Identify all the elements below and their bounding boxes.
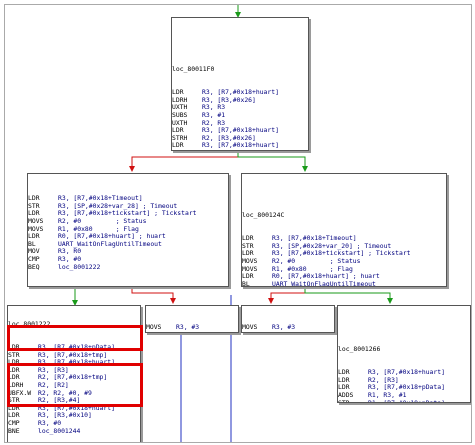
- block-lines: MOVSR3, #3Bloc_80012A6: [242, 321, 334, 332]
- block-label: loc_80011F0: [172, 65, 215, 74]
- block-lines: MOVSR3, #3Bloc_80012A6: [146, 321, 238, 332]
- code-block-top[interactable]: loc_80011F0 LDR R3, [R7,#0x18+huart] LDRH R…: [171, 17, 309, 151]
- mnemonic: BEQ: [28, 262, 40, 271]
- edge-left-mid1: [131, 287, 176, 304]
- instruction-line[interactable]: UXTH R3, R3: [172, 104, 308, 112]
- mnemonic: MOVS: [242, 323, 258, 332]
- edge-top-right: [237, 151, 308, 172]
- mnemonic: BNE: [8, 426, 20, 435]
- edge-right-mid2: [268, 287, 306, 304]
- instruction-line[interactable]: LDR R3, [R7,#0x18+huart]: [338, 368, 470, 377]
- highlight-box-1: [7, 325, 143, 351]
- operands: loc_80012A6: [272, 331, 314, 332]
- instruction-line[interactable]: BL UART_WaitOnFlagUntilTimeout: [242, 279, 446, 287]
- mnemonic: B: [146, 331, 176, 332]
- block-lines: LDR R3, [R7,#0x18+Timeout] STR R3, [SP,#0x2…: [28, 189, 228, 271]
- code-block-mid-2[interactable]: MOVSR3, #3Bloc_80012A6: [241, 305, 335, 333]
- block-lines: LDR R3, [R7,#0x18+huart] LDR R2, [R3] LDR R3,…: [338, 368, 470, 403]
- instruction-line[interactable]: BNE loc_8001244: [8, 426, 140, 436]
- operands: loc_8001244: [38, 426, 81, 435]
- mnemonic: BL: [242, 279, 250, 287]
- instruction-line[interactable]: LDRH R3, [R3,#0x26]: [172, 96, 308, 105]
- block-label: loc_800124C: [242, 211, 285, 220]
- block-lines: LDR R3, [R7,#0x18+huart] LDRH R3, [R3,#0x26…: [172, 88, 308, 150]
- operands: loc_80012A6: [176, 331, 218, 332]
- operands: R3, [R3,#8]: [202, 149, 244, 150]
- operands: R1, [R7,#0x18+pData]: [368, 398, 445, 403]
- instruction-line[interactable]: SUBS R3, #1: [172, 111, 308, 120]
- code-block-mid-1[interactable]: MOVSR3, #3Bloc_80012A6: [145, 305, 239, 333]
- block-label: loc_8001266: [338, 345, 381, 354]
- mnemonic: MOVS: [146, 323, 162, 332]
- operands: loc_8001222: [58, 262, 101, 271]
- edge-right-br: [304, 287, 393, 304]
- code-block-right[interactable]: loc_800124C LDR R3, [R7,#0x18+Timeout] STR…: [241, 173, 447, 287]
- instruction-line[interactable]: BEQ loc_8001222: [28, 262, 228, 272]
- instruction-line[interactable]: LDR R3, [R3,#0x10]: [8, 412, 140, 420]
- block-lines: LDR R3, [R7,#0x18+Timeout] STR R3, [SP,#0x2…: [242, 234, 446, 287]
- highlight-box-2: [7, 363, 143, 407]
- graph-view[interactable]: loc_80011F0 LDR R3, [R7,#0x18+huart] LDRH R…: [4, 4, 472, 443]
- instruction-line[interactable]: Bloc_80012A6: [242, 331, 334, 332]
- edge-top-left: [129, 151, 239, 172]
- mnemonic: STR: [338, 398, 350, 403]
- instruction-line[interactable]: Bloc_80012A6: [146, 331, 238, 332]
- code-block-bottom-right[interactable]: loc_8001266 LDR R3, [R7,#0x18+huart] LDR R2…: [337, 305, 471, 403]
- instruction-line[interactable]: LDRR3, [R3,#8]: [172, 149, 308, 150]
- mnemonic: LDR: [172, 149, 202, 150]
- code-block-left[interactable]: LDR R3, [R7,#0x18+Timeout] STR R3, [SP,#0x2…: [27, 173, 229, 287]
- mnemonic: B: [242, 331, 272, 332]
- instruction-line[interactable]: STR R1, [R7,#0x18+pData]: [338, 398, 470, 403]
- operands: UART_WaitOnFlagUntilTimeout: [272, 279, 376, 287]
